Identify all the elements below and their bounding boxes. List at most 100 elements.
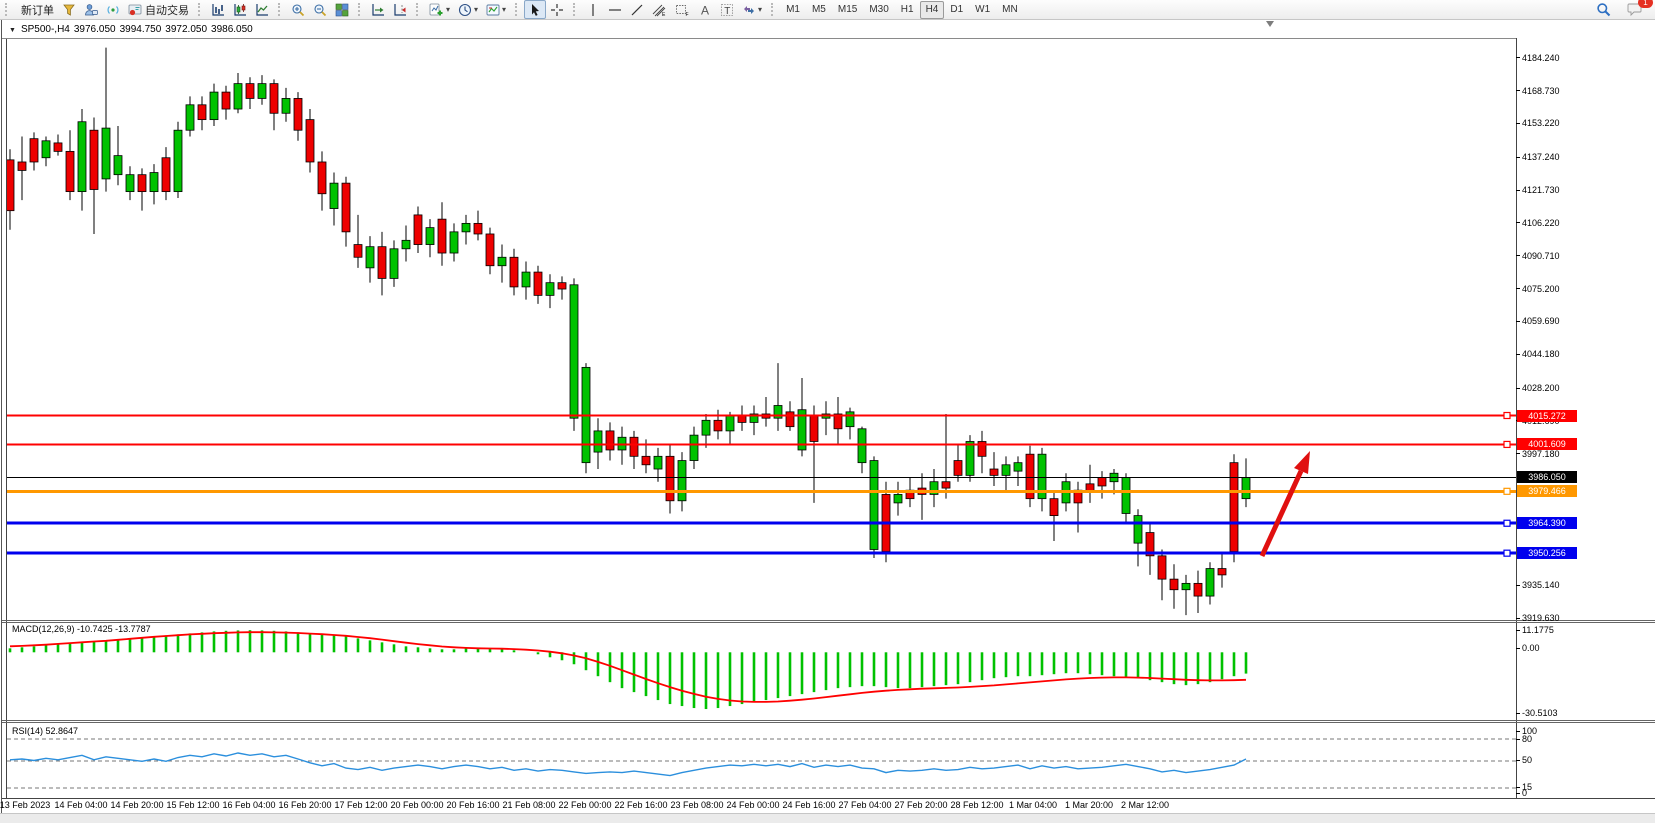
candlestick-chart-icon[interactable] bbox=[229, 0, 251, 19]
candle-body[interactable] bbox=[1230, 463, 1238, 552]
candle-body[interactable] bbox=[162, 158, 170, 192]
chart-plot[interactable] bbox=[7, 39, 1516, 798]
signals-icon[interactable] bbox=[102, 0, 124, 19]
price-line-label[interactable]: 4015.272 bbox=[1517, 410, 1577, 422]
candle-body[interactable] bbox=[246, 84, 254, 99]
timeframe-m1[interactable]: M1 bbox=[780, 1, 806, 19]
candle-body[interactable] bbox=[714, 420, 722, 431]
hline-anchor-handle[interactable] bbox=[1504, 488, 1510, 494]
candle-body[interactable] bbox=[282, 98, 290, 113]
add-indicator-button-caret-icon[interactable]: ▾ bbox=[446, 5, 450, 14]
candle-body[interactable] bbox=[1170, 579, 1178, 590]
price-line-label[interactable]: 3964.390 bbox=[1517, 517, 1577, 529]
candle-body[interactable] bbox=[522, 272, 530, 287]
tile-windows-icon[interactable] bbox=[331, 0, 353, 19]
candle-body[interactable] bbox=[126, 175, 134, 192]
timeframe-w1[interactable]: W1 bbox=[969, 1, 996, 19]
candle-body[interactable] bbox=[138, 175, 146, 192]
candle-body[interactable] bbox=[210, 92, 218, 120]
channel-tool[interactable]: F bbox=[671, 0, 694, 19]
candle-body[interactable] bbox=[1002, 465, 1010, 476]
candle-body[interactable] bbox=[786, 412, 794, 427]
candle-body[interactable] bbox=[174, 130, 182, 191]
candle-body[interactable] bbox=[462, 223, 470, 231]
candle-body[interactable] bbox=[858, 429, 866, 463]
timeframe-m30[interactable]: M30 bbox=[863, 1, 894, 19]
shapes-tool[interactable]: ▾ bbox=[738, 0, 766, 19]
text-tool[interactable]: A bbox=[694, 0, 716, 19]
candle-body[interactable] bbox=[726, 416, 734, 431]
add-indicator-button[interactable]: ▾ bbox=[425, 0, 454, 19]
timeframe-d1[interactable]: D1 bbox=[944, 1, 969, 19]
candle-body[interactable] bbox=[546, 283, 554, 296]
annotation-arrow-head[interactable] bbox=[1294, 451, 1310, 474]
horizontal-line-tool[interactable] bbox=[604, 0, 626, 19]
candle-body[interactable] bbox=[474, 223, 482, 234]
fibonacci-tool[interactable]: E bbox=[648, 0, 671, 19]
candle-body[interactable] bbox=[7, 160, 14, 211]
auto-scroll-icon[interactable] bbox=[367, 0, 389, 19]
candle-body[interactable] bbox=[1098, 477, 1106, 485]
candle-body[interactable] bbox=[258, 84, 266, 99]
trendline-tool[interactable] bbox=[626, 0, 648, 19]
candle-body[interactable] bbox=[498, 257, 506, 265]
candle-body[interactable] bbox=[306, 120, 314, 162]
periods-button[interactable]: ▾ bbox=[454, 0, 482, 19]
candle-body[interactable] bbox=[114, 156, 122, 175]
hline-anchor-handle[interactable] bbox=[1504, 441, 1510, 447]
candle-body[interactable] bbox=[990, 469, 998, 475]
candle-body[interactable] bbox=[150, 173, 158, 192]
candle-body[interactable] bbox=[810, 416, 818, 441]
candle-body[interactable] bbox=[54, 143, 62, 151]
candle-body[interactable] bbox=[954, 461, 962, 476]
candle-body[interactable] bbox=[234, 84, 242, 109]
notifications-icon[interactable]: 1 bbox=[1623, 0, 1647, 19]
candle-body[interactable] bbox=[594, 431, 602, 452]
candle-body[interactable] bbox=[666, 456, 674, 500]
candle-body[interactable] bbox=[738, 416, 746, 422]
price-line-label[interactable]: 3986.050 bbox=[1517, 471, 1577, 483]
candle-body[interactable] bbox=[558, 283, 566, 289]
zoom-in-icon[interactable] bbox=[287, 0, 309, 19]
candle-body[interactable] bbox=[606, 431, 614, 450]
candle-body[interactable] bbox=[402, 240, 410, 248]
candle-body[interactable] bbox=[378, 247, 386, 279]
candle-body[interactable] bbox=[30, 139, 38, 162]
candle-body[interactable] bbox=[390, 249, 398, 279]
candle-body[interactable] bbox=[630, 437, 638, 456]
price-line-label[interactable]: 3979.466 bbox=[1517, 485, 1577, 497]
candle-body[interactable] bbox=[1050, 499, 1058, 516]
candle-body[interactable] bbox=[186, 105, 194, 130]
line-chart-icon[interactable] bbox=[251, 0, 273, 19]
candle-body[interactable] bbox=[270, 84, 278, 114]
candle-body[interactable] bbox=[18, 162, 26, 170]
candle-body[interactable] bbox=[642, 456, 650, 464]
templates-button[interactable]: ▾ bbox=[482, 0, 510, 19]
candle-body[interactable] bbox=[570, 285, 578, 418]
candle-body[interactable] bbox=[678, 461, 686, 501]
candle-body[interactable] bbox=[78, 122, 86, 192]
candle-body[interactable] bbox=[90, 130, 98, 189]
candle-body[interactable] bbox=[450, 232, 458, 253]
candle-body[interactable] bbox=[66, 151, 74, 191]
chart-title[interactable]: ▼SP500-,H43976.0503994.7503972.0503986.0… bbox=[9, 24, 257, 35]
candle-body[interactable] bbox=[702, 420, 710, 435]
candle-body[interactable] bbox=[510, 257, 518, 287]
candle-body[interactable] bbox=[1182, 583, 1190, 589]
candle-body[interactable] bbox=[942, 482, 950, 488]
hline-anchor-handle[interactable] bbox=[1504, 520, 1510, 526]
candle-body[interactable] bbox=[846, 412, 854, 427]
candle-body[interactable] bbox=[42, 141, 50, 158]
bar-chart-icon[interactable] bbox=[207, 0, 229, 19]
timeframe-m5[interactable]: M5 bbox=[806, 1, 832, 19]
candle-body[interactable] bbox=[1134, 516, 1142, 544]
chart-shift-marker-icon[interactable] bbox=[1266, 21, 1274, 27]
candle-body[interactable] bbox=[486, 234, 494, 266]
search-icon[interactable] bbox=[1592, 0, 1615, 19]
timeframe-mn[interactable]: MN bbox=[996, 1, 1024, 19]
candle-body[interactable] bbox=[438, 219, 446, 253]
annotation-arrow-shaft[interactable] bbox=[1262, 471, 1301, 556]
shapes-tool-caret-icon[interactable]: ▾ bbox=[758, 5, 762, 14]
hline-anchor-handle[interactable] bbox=[1504, 413, 1510, 419]
candle-body[interactable] bbox=[534, 272, 542, 295]
